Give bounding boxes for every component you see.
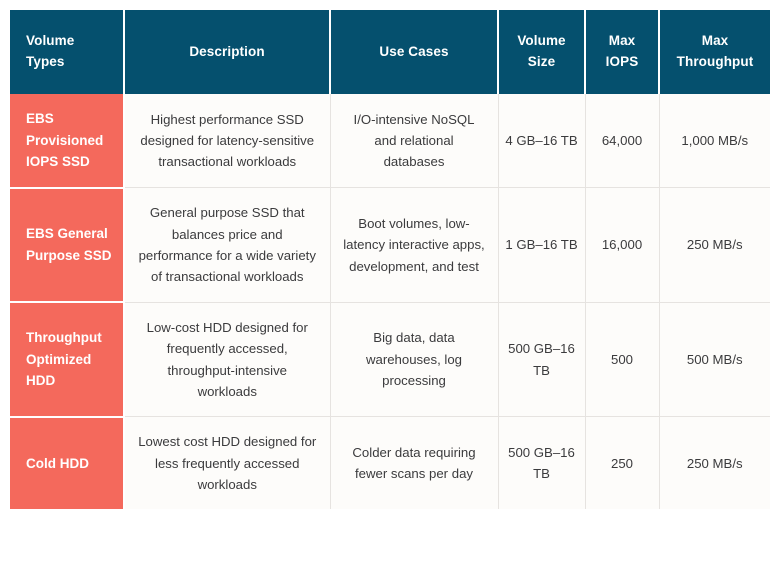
header-row: Volume Types Description Use Cases Volum… — [10, 10, 770, 94]
cell-volume-size: 500 GB–16 TB — [498, 416, 586, 510]
volume-types-table-container: Volume Types Description Use Cases Volum… — [10, 10, 770, 557]
cell-use-cases: Big data, data warehouses, log processin… — [330, 302, 499, 418]
column-header-use-cases: Use Cases — [330, 10, 499, 94]
table-row: EBS General Purpose SSD General purpose … — [10, 187, 770, 304]
cell-max-iops: 64,000 — [585, 94, 660, 189]
cell-description: Highest performance SSD designed for lat… — [124, 94, 331, 189]
cell-volume-type: EBS Provisioned IOPS SSD — [10, 94, 125, 189]
cell-max-iops: 500 — [585, 302, 660, 418]
cell-max-throughput: 250 MB/s — [659, 416, 770, 510]
cell-max-throughput: 250 MB/s — [659, 187, 770, 303]
cell-volume-type: Cold HDD — [10, 416, 125, 510]
column-header-description: Description — [124, 10, 331, 94]
cell-volume-size: 1 GB–16 TB — [498, 187, 586, 303]
cell-volume-size: 4 GB–16 TB — [498, 94, 586, 189]
cell-description: General purpose SSD that balances price … — [124, 187, 331, 303]
table-row: Cold HDD Lowest cost HDD designed for le… — [10, 416, 770, 510]
cell-max-throughput: 500 MB/s — [659, 302, 770, 418]
column-header-max-throughput: Max Throughput — [659, 10, 770, 94]
cell-max-throughput: 1,000 MB/s — [659, 94, 770, 189]
column-header-max-iops: Max IOPS — [585, 10, 660, 94]
table-body: EBS Provisioned IOPS SSD Highest perform… — [10, 94, 770, 510]
cell-volume-type: Throughput Optimized HDD — [10, 302, 125, 418]
volume-types-table: Volume Types Description Use Cases Volum… — [10, 10, 770, 510]
column-header-volume-types: Volume Types — [10, 10, 125, 94]
cell-max-iops: 16,000 — [585, 187, 660, 303]
table-header: Volume Types Description Use Cases Volum… — [10, 10, 770, 94]
cell-use-cases: I/O-intensive NoSQL and relational datab… — [330, 94, 499, 189]
cell-use-cases: Boot volumes, low-latency interactive ap… — [330, 187, 499, 303]
column-header-volume-size: Volume Size — [498, 10, 586, 94]
cell-use-cases: Colder data requiring fewer scans per da… — [330, 416, 499, 510]
table-row: EBS Provisioned IOPS SSD Highest perform… — [10, 94, 770, 189]
cell-max-iops: 250 — [585, 416, 660, 510]
cell-description: Low-cost HDD designed for frequently acc… — [124, 302, 331, 418]
cell-volume-size: 500 GB–16 TB — [498, 302, 586, 418]
table-row: Throughput Optimized HDD Low-cost HDD de… — [10, 302, 770, 418]
cell-description: Lowest cost HDD designed for less freque… — [124, 416, 331, 510]
cell-volume-type: EBS General Purpose SSD — [10, 187, 125, 304]
